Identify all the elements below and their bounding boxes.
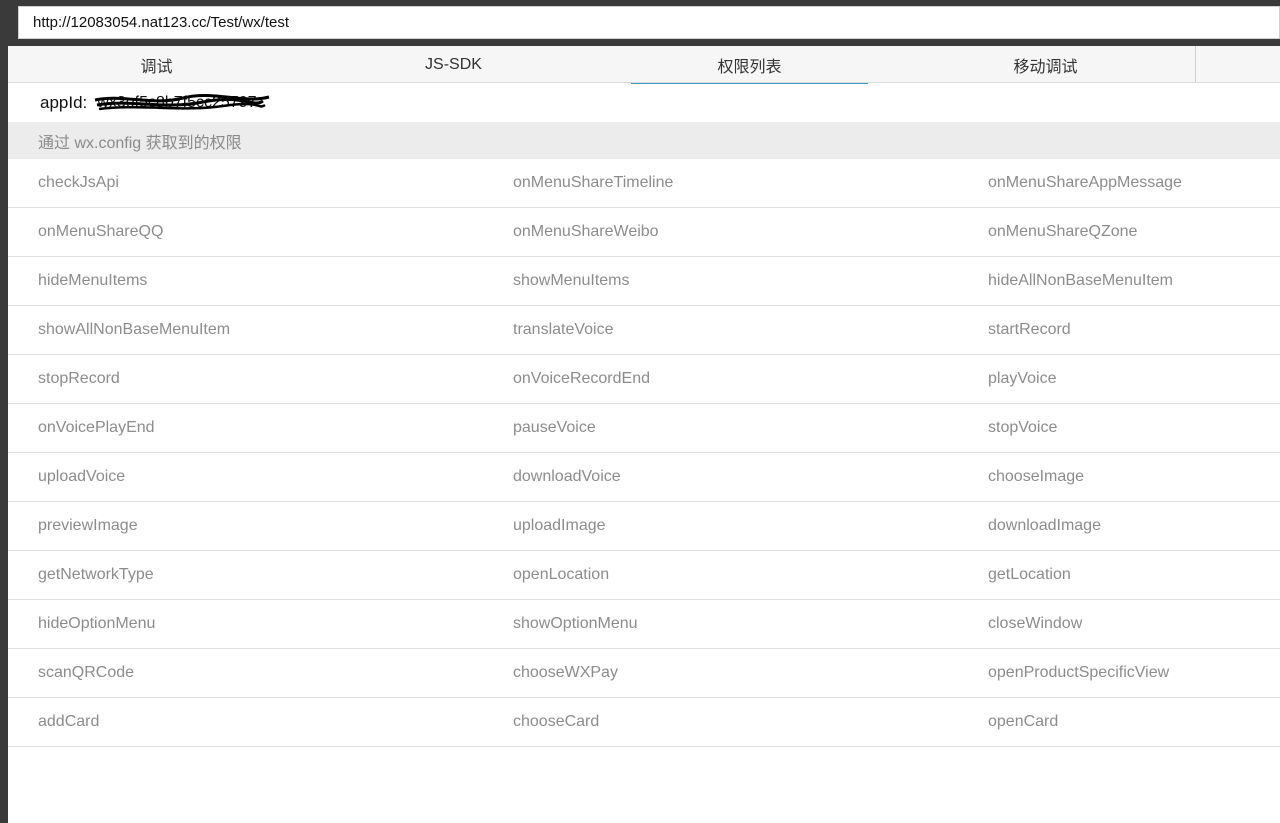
permission-item: downloadImage	[988, 517, 1101, 534]
address-bar[interactable]: http://12083054.nat123.cc/Test/wx/test	[18, 6, 1280, 39]
redaction-scribble	[94, 93, 270, 111]
permission-item: scanQRCode	[38, 664, 135, 681]
permission-row: hideOptionMenu showOptionMenu closeWindow	[8, 600, 1280, 649]
appid-value: wx3ef5c8b7f5cc25797	[94, 92, 270, 114]
page-content: 调试 JS-SDK 权限列表 移动调试 appId: wx3ef5c8b7f5c…	[8, 46, 1280, 823]
permission-row: checkJsApi onMenuShareTimeline onMenuShare…	[8, 159, 1280, 208]
permission-item: translateVoice	[513, 321, 614, 338]
permission-item: addCard	[38, 713, 100, 730]
permission-item: getNetworkType	[38, 566, 154, 583]
permission-row: hideMenuItems showMenuItems hideAllNonBase…	[8, 257, 1280, 306]
permission-item: onVoiceRecordEnd	[513, 370, 650, 387]
permission-item: stopRecord	[38, 370, 120, 387]
section-header: 通过 wx.config 获取到的权限	[8, 122, 1280, 159]
permission-item: stopVoice	[988, 419, 1058, 436]
permission-item: uploadImage	[513, 517, 606, 534]
url-text: http://12083054.nat123.cc/Test/wx/test	[33, 14, 289, 31]
permission-item: pauseVoice	[513, 419, 596, 436]
permission-row: getNetworkType openLocation getLocation	[8, 551, 1280, 600]
permission-list: checkJsApi onMenuShareTimeline onMenuShare…	[8, 159, 1280, 747]
permission-item: showOptionMenu	[513, 615, 638, 632]
permission-item: downloadVoice	[513, 468, 621, 485]
appid-label: appId:	[40, 93, 88, 112]
permission-item: hideOptionMenu	[38, 615, 156, 632]
permission-item: onMenuShareWeibo	[513, 223, 659, 240]
permission-item: showMenuItems	[513, 272, 630, 289]
permission-row: previewImage uploadImage downloadImage	[8, 502, 1280, 551]
permission-row: showAllNonBaseMenuItem translateVoice star…	[8, 306, 1280, 355]
permission-item: showAllNonBaseMenuItem	[38, 321, 231, 338]
section-title: 通过 wx.config 获取到的权限	[38, 134, 242, 152]
appid-row: appId: wx3ef5c8b7f5cc25797	[40, 92, 270, 114]
permission-item: onMenuShareQZone	[988, 223, 1138, 240]
permission-item: getLocation	[988, 566, 1071, 583]
permission-item: openProductSpecificView	[988, 664, 1170, 681]
permission-item: chooseImage	[988, 468, 1085, 485]
permission-item: chooseWXPay	[513, 664, 618, 681]
permission-row: addCard chooseCard openCard	[8, 698, 1280, 747]
permission-row: onMenuShareQQ onMenuShareWeibo onMenuShare…	[8, 208, 1280, 257]
permission-item: previewImage	[38, 517, 138, 534]
permission-item: chooseCard	[513, 713, 600, 730]
permission-item: startRecord	[988, 321, 1071, 338]
tab-permissions[interactable]: 权限列表	[631, 46, 868, 84]
permission-row: stopRecord onVoiceRecordEnd playVoice	[8, 355, 1280, 404]
permission-item: onMenuShareTimeline	[513, 174, 674, 191]
permission-row: scanQRCode chooseWXPay openProductSpecific…	[8, 649, 1280, 698]
permission-row: uploadVoice downloadVoice chooseImage	[8, 453, 1280, 502]
permission-item: onMenuShareQQ	[38, 223, 164, 240]
tab-divider	[1195, 46, 1196, 82]
permission-item: openLocation	[513, 566, 610, 583]
tab-bar: 调试 JS-SDK 权限列表 移动调试	[8, 46, 1280, 84]
permission-item: openCard	[988, 713, 1059, 730]
permission-item: hideMenuItems	[38, 272, 148, 289]
permission-item: hideAllNonBaseMenuItem	[988, 272, 1173, 289]
tab-debug[interactable]: 调试	[38, 46, 275, 83]
permission-item: playVoice	[988, 370, 1057, 387]
permission-item: closeWindow	[988, 615, 1083, 632]
permission-row: onVoicePlayEnd pauseVoice stopVoice	[8, 404, 1280, 453]
permission-item: onVoicePlayEnd	[38, 419, 155, 436]
permission-item: uploadVoice	[38, 468, 126, 485]
permission-item: onMenuShareAppMessage	[988, 174, 1182, 191]
tab-mobile-debug[interactable]: 移动调试	[927, 46, 1164, 83]
permission-item: checkJsApi	[38, 174, 119, 191]
tab-js-sdk[interactable]: JS-SDK	[335, 46, 572, 83]
